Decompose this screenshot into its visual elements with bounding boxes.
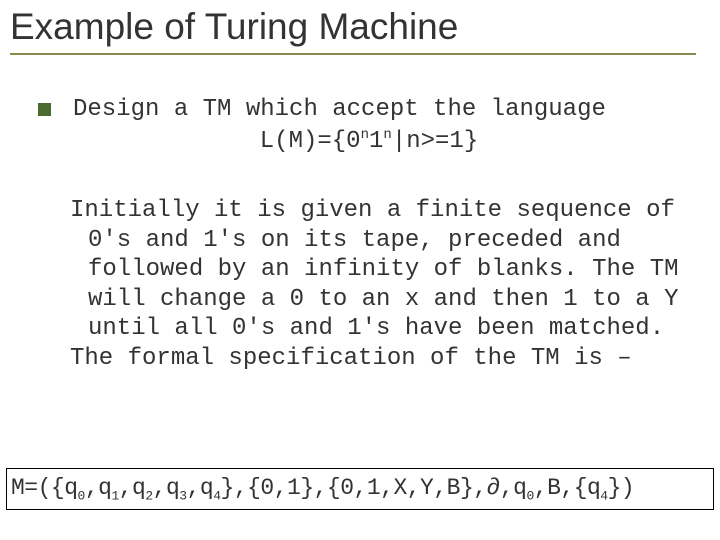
- ss4: 4: [213, 489, 220, 504]
- sp5: },{0,1},{0,1,X,Y,B},∂,q: [221, 475, 527, 501]
- ss2: 2: [145, 489, 152, 504]
- ss3: 3: [179, 489, 186, 504]
- line1-text: Design a TM which accept the language: [73, 95, 606, 125]
- lang-suffix: |n>=1}: [392, 128, 478, 155]
- ss0: 0: [78, 489, 85, 504]
- ss6: 4: [600, 489, 607, 504]
- language-definition: L(M)={0n1n|n>=1}: [38, 127, 700, 157]
- paragraph-description: Initially it is given a finite sequence …: [70, 196, 700, 344]
- slide-body: Design a TM which accept the language L(…: [38, 95, 700, 373]
- sp4: ,q: [187, 475, 214, 501]
- lang-sup2: n: [383, 127, 391, 143]
- sp1: ,q: [85, 475, 112, 501]
- slide: Example of Turing Machine Design a TM wh…: [0, 0, 720, 540]
- spec-line: M=({q0,q1,q2,q3,q4},{0,1},{0,1,X,Y,B},∂,…: [7, 475, 713, 501]
- title-wrap: Example of Turing Machine: [10, 8, 696, 55]
- lang-prefix: L(M)={0: [260, 128, 361, 155]
- paragraph-formal-spec-intro: The formal specification of the TM is –: [70, 344, 700, 374]
- lang-mid: 1: [369, 128, 383, 155]
- sp0: M=({q: [11, 475, 78, 501]
- sp7: }): [608, 475, 635, 501]
- sp6: ,B,{q: [534, 475, 601, 501]
- spec-box: M=({q0,q1,q2,q3,q4},{0,1},{0,1,X,Y,B},∂,…: [6, 468, 714, 510]
- ss5: 0: [526, 489, 533, 504]
- ss1: 1: [111, 489, 118, 504]
- sp2: ,q: [119, 475, 146, 501]
- slide-title: Example of Turing Machine: [10, 8, 696, 55]
- lang-sup1: n: [361, 127, 369, 143]
- bullet-icon: [38, 103, 51, 116]
- sp3: ,q: [153, 475, 180, 501]
- body-line1: Design a TM which accept the language: [38, 95, 700, 125]
